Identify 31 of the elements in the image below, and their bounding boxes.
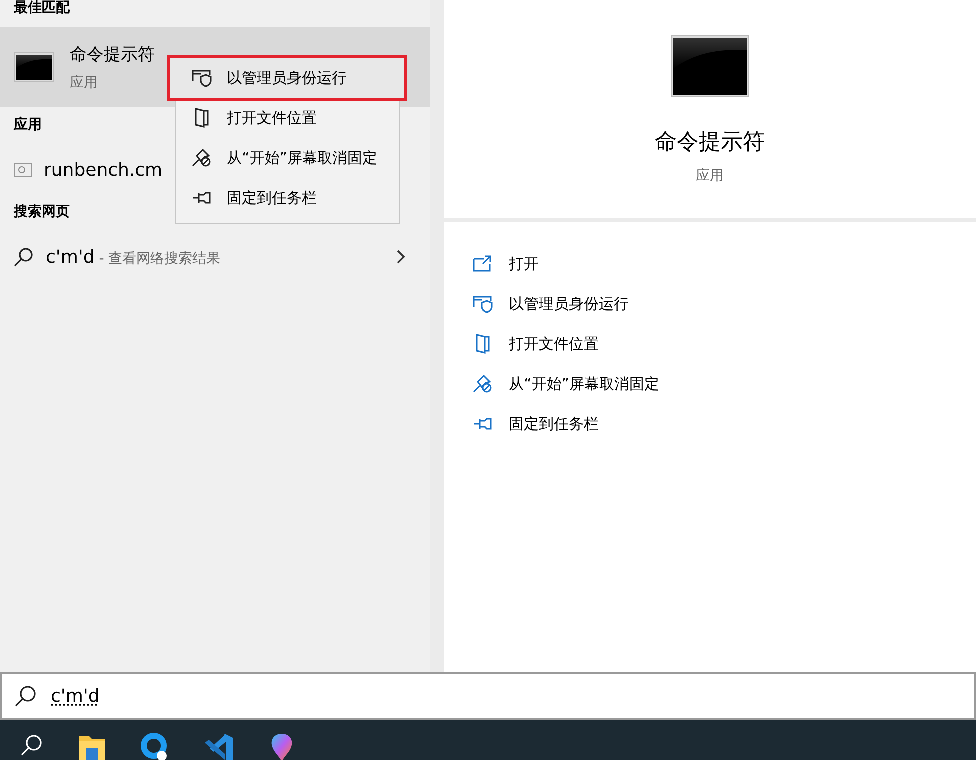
app-title: 命令提示符 <box>655 129 765 157</box>
terminal-icon <box>671 35 749 97</box>
action-item[interactable]: 打开 <box>472 244 539 284</box>
section-heading: 应用 <box>14 117 42 135</box>
app-name[interactable]: runbench.cm <box>44 160 163 180</box>
menu-item[interactable]: 从“开始”屏幕取消固定 <box>176 138 399 178</box>
script-file-icon <box>14 163 32 177</box>
action-item[interactable]: 从“开始”屏幕取消固定 <box>472 364 660 404</box>
web-search-item[interactable]: c'm'd - 查看网络搜索结果 <box>0 236 430 278</box>
app-type: 应用 <box>696 167 724 185</box>
terminal-icon <box>14 52 54 82</box>
section-heading: 最佳匹配 <box>14 0 70 18</box>
action-item[interactable]: 打开文件位置 <box>472 324 599 364</box>
shield-window-icon <box>473 295 493 313</box>
result-type: 应用 <box>70 74 99 92</box>
unpin-icon <box>473 374 493 394</box>
section-heading: 搜索网页 <box>14 204 70 222</box>
menu-item[interactable]: 固定到任务栏 <box>176 178 399 218</box>
q-app-icon[interactable] <box>140 732 170 760</box>
search-icon <box>14 247 34 267</box>
code-editor-icon[interactable] <box>204 732 234 760</box>
pin-icon <box>473 417 493 431</box>
open-icon <box>473 255 493 273</box>
pin-icon <box>192 191 212 205</box>
action-item[interactable]: 以管理员身份运行 <box>472 284 629 324</box>
menu-item[interactable]: 以管理员身份运行 <box>170 58 404 98</box>
action-item[interactable]: 固定到任务栏 <box>472 404 599 444</box>
result-title: 命令提示符 <box>70 44 155 66</box>
chevron-icon <box>396 250 406 264</box>
unpin-icon <box>192 148 212 168</box>
shield-window-icon <box>192 69 212 87</box>
